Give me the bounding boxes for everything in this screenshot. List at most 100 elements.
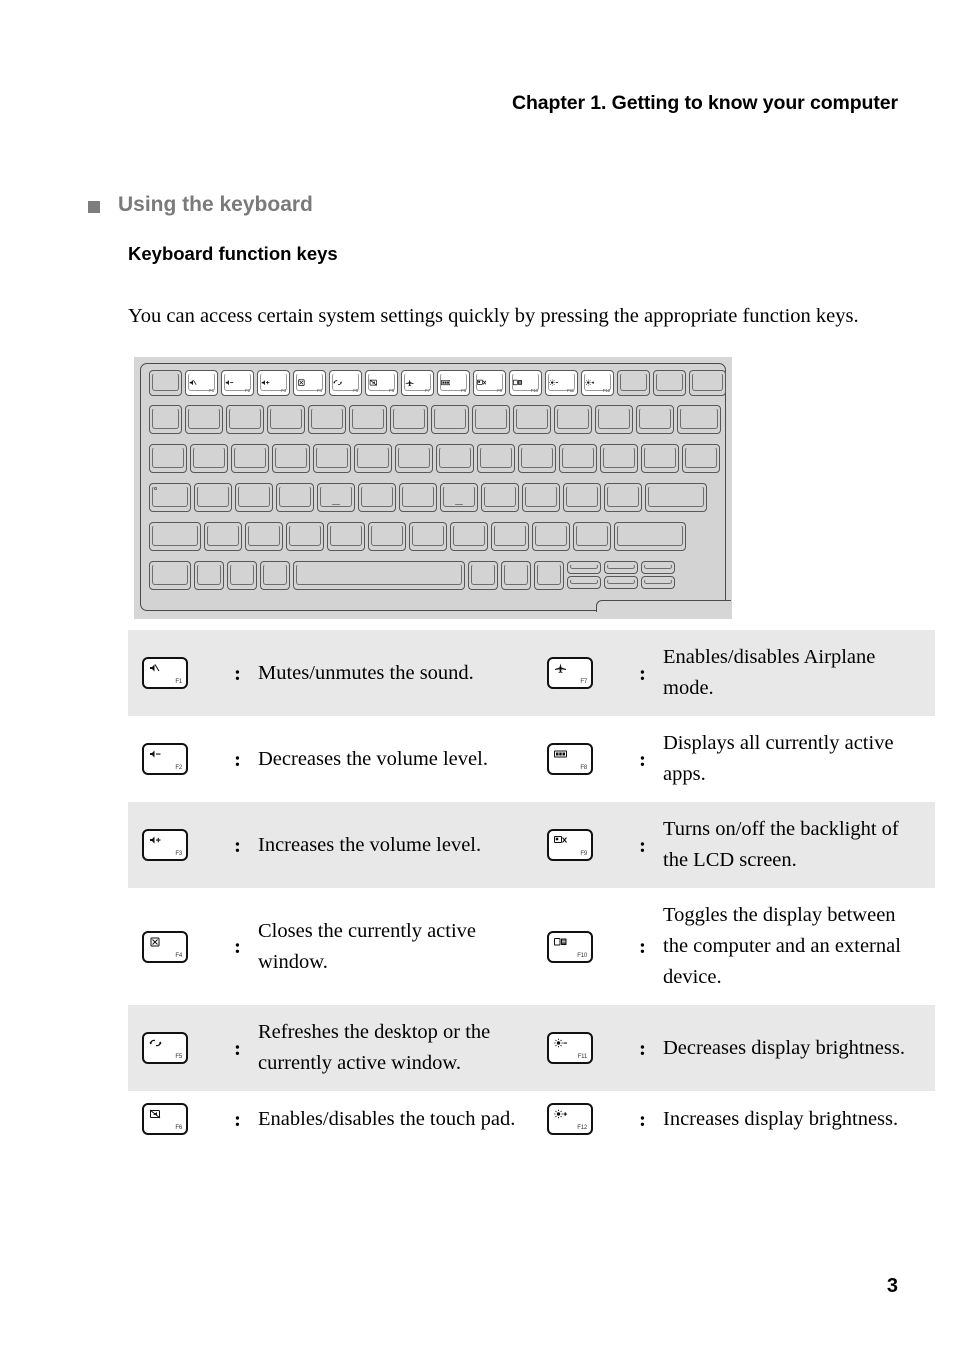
keyboard-key bbox=[563, 483, 601, 512]
keyboard-key-f3: F3 bbox=[257, 370, 290, 396]
keyboard-key-arrow-up-down-top bbox=[604, 561, 638, 574]
key-chip-f1: F1 bbox=[142, 657, 188, 689]
keyboard-key bbox=[194, 561, 224, 590]
key-cell-right: F9 bbox=[533, 802, 639, 888]
home-row-bump bbox=[332, 503, 340, 505]
keyboard-arrow-cluster bbox=[567, 561, 675, 590]
keyboard-notch bbox=[596, 600, 731, 612]
display-toggle-icon bbox=[554, 937, 567, 947]
key-chip-f3: F3 bbox=[142, 829, 188, 861]
separator-left: : bbox=[234, 832, 241, 857]
volume-down-icon bbox=[225, 379, 234, 386]
keyboard-key bbox=[468, 561, 498, 590]
description-left: Increases the volume level. bbox=[258, 833, 482, 856]
key-chip-label: F3 bbox=[175, 851, 182, 857]
key-cell-left: F4 bbox=[128, 888, 234, 1005]
description-left: Refreshes the desktop or the currently a… bbox=[258, 1021, 491, 1074]
keyboard-key bbox=[501, 561, 531, 590]
keyboard-key bbox=[149, 405, 182, 434]
keyboard-key bbox=[614, 522, 686, 551]
key-chip-label: F12 bbox=[577, 1125, 587, 1131]
volume-down-icon bbox=[149, 749, 162, 759]
function-key-table: F1: Mutes/unmutes the sound. F7: Enables/di… bbox=[128, 630, 935, 1147]
lcd-backlight-off-icon bbox=[554, 835, 567, 845]
keyboard-key-f11: F11 bbox=[545, 370, 578, 396]
keyboard-key bbox=[327, 522, 365, 551]
keyboard-key bbox=[600, 444, 638, 473]
description-left: Closes the currently active window. bbox=[258, 919, 477, 973]
caps-indicator-dot bbox=[154, 487, 157, 490]
keyboard-key-f8: F8 bbox=[437, 370, 470, 396]
key-cell-left: F5 bbox=[128, 1005, 234, 1091]
keyboard-key-util-2 bbox=[653, 370, 686, 396]
keyboard-key bbox=[390, 405, 428, 434]
key-chip-label: F8 bbox=[580, 765, 587, 771]
keyboard-chassis: F1 F2 F3 F4 F5 F6 F7 F8 F9 F10 F11 F12 bbox=[140, 363, 731, 612]
keyboard-key bbox=[431, 405, 469, 434]
key-cell-right: F12 bbox=[533, 1091, 639, 1147]
keyboard-key bbox=[595, 405, 633, 434]
keyboard-key bbox=[272, 444, 310, 473]
keyboard-key bbox=[231, 444, 269, 473]
keyboard-key-f5: F5 bbox=[329, 370, 362, 396]
description-right: Displays all currently active apps. bbox=[663, 732, 894, 785]
section-heading: Using the keyboard bbox=[88, 193, 313, 217]
keyboard-key-util-1 bbox=[617, 370, 650, 396]
separator-left: : bbox=[234, 746, 241, 771]
keyboard-key bbox=[436, 444, 474, 473]
key-fn-label: F12 bbox=[602, 388, 611, 393]
key-fn-label: F3 bbox=[281, 388, 286, 393]
key-chip-f12: F12 bbox=[547, 1103, 593, 1135]
keyboard-row-function: F1 F2 F3 F4 F5 F6 F7 F8 F9 F10 F11 F12 bbox=[149, 370, 726, 396]
key-fn-label: F10 bbox=[530, 388, 539, 393]
airplane-mode-icon bbox=[405, 379, 414, 387]
keyboard-key bbox=[554, 405, 592, 434]
separator-right: : bbox=[639, 934, 646, 958]
close-window-icon bbox=[297, 379, 306, 387]
separator-left: : bbox=[234, 934, 241, 958]
keyboard-key bbox=[677, 405, 721, 434]
keyboard-key bbox=[267, 405, 305, 434]
keyboard-key-arrow-right-top bbox=[641, 561, 675, 574]
keyboard-key bbox=[532, 522, 570, 551]
key-chip-f10: F10 bbox=[547, 930, 593, 963]
keyboard-row-qwerty bbox=[149, 444, 720, 473]
keyboard-key bbox=[226, 405, 264, 434]
keyboard-key bbox=[559, 444, 597, 473]
keyboard-key bbox=[636, 405, 674, 434]
keyboard-key bbox=[317, 483, 355, 512]
keyboard-key bbox=[491, 522, 529, 551]
keyboard-key bbox=[641, 444, 679, 473]
keyboard-key bbox=[190, 444, 228, 473]
key-fn-label: F11 bbox=[567, 388, 574, 393]
description-left: Mutes/unmutes the sound. bbox=[258, 661, 474, 684]
separator-left: : bbox=[234, 1035, 241, 1060]
volume-up-icon bbox=[149, 835, 162, 845]
keyboard-key bbox=[409, 522, 447, 551]
key-fn-label: F7 bbox=[425, 388, 430, 393]
keyboard-key bbox=[440, 483, 478, 512]
display-toggle-icon bbox=[513, 379, 522, 386]
intro-paragraph: You can access certain system settings q… bbox=[128, 304, 859, 327]
key-cell-left: F3 bbox=[128, 802, 234, 888]
keyboard-key-util-3 bbox=[689, 370, 726, 396]
key-chip-label: F11 bbox=[577, 1054, 588, 1060]
key-chip-label: F4 bbox=[175, 952, 182, 959]
keyboard-key-esc bbox=[149, 370, 182, 396]
active-apps-icon bbox=[554, 749, 567, 759]
keyboard-key bbox=[286, 522, 324, 551]
function-key-row: F6: Enables/disables the touch pad. F12: In… bbox=[128, 1091, 935, 1147]
key-chip-label: F6 bbox=[175, 1125, 182, 1131]
keyboard-key-f10: F10 bbox=[509, 370, 542, 396]
mute-icon bbox=[149, 663, 162, 673]
keyboard-key bbox=[395, 444, 433, 473]
keyboard-key bbox=[260, 561, 290, 590]
key-chip-label: F2 bbox=[175, 765, 182, 771]
separator-right: : bbox=[639, 660, 646, 685]
key-chip-label: F1 bbox=[175, 679, 182, 685]
key-chip-label: F7 bbox=[580, 679, 587, 685]
keyboard-key-arrow-up-down-bottom bbox=[604, 576, 638, 589]
keyboard-key bbox=[354, 444, 392, 473]
close-window-icon bbox=[149, 937, 162, 947]
description-left: Enables/disables the touch pad. bbox=[258, 1107, 516, 1130]
